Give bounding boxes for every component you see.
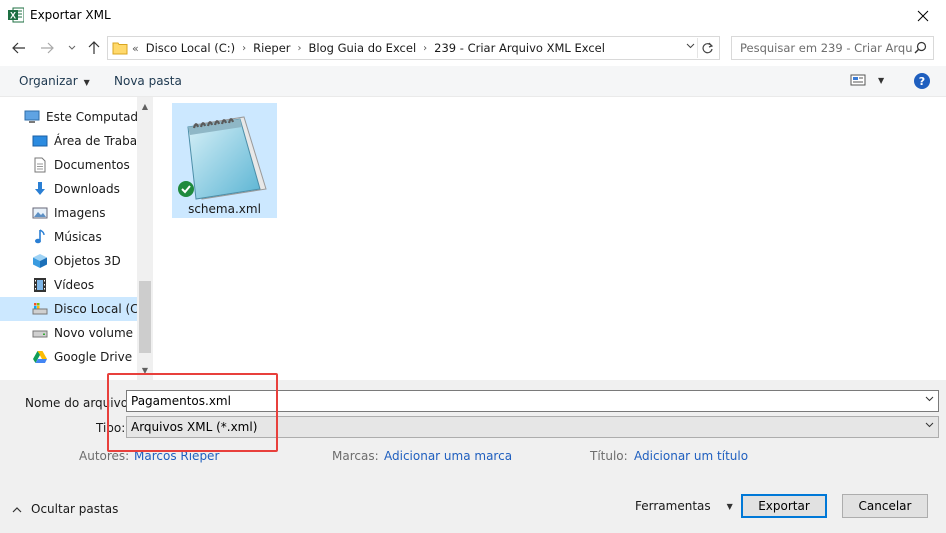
chevron-down-icon[interactable] — [925, 395, 934, 405]
recent-locations-button[interactable] — [63, 39, 81, 57]
sidebar-item-3d-objects[interactable]: Objetos 3D — [0, 249, 137, 273]
view-options-icon — [850, 74, 866, 86]
caret-up-icon — [12, 506, 22, 512]
google-drive-icon — [32, 349, 48, 365]
refresh-icon — [702, 42, 714, 53]
documents-icon — [32, 157, 48, 173]
sidebar-item-label: Disco Local (C:) — [54, 302, 137, 316]
drive-icon — [32, 325, 48, 341]
file-item[interactable]: schema.xml — [172, 103, 277, 218]
chevron-down-icon — [68, 45, 76, 50]
sidebar-item-new-volume[interactable]: Novo volume (E — [0, 321, 137, 345]
pictures-icon — [32, 205, 48, 221]
help-button[interactable]: ? — [914, 73, 930, 89]
sidebar-item-label: Google Drive (G — [54, 350, 137, 364]
sidebar-item-label: Downloads — [54, 182, 120, 196]
sidebar-item-label: Vídeos — [54, 278, 95, 292]
sidebar-item-desktop[interactable]: Área de Trabalho — [0, 129, 137, 153]
add-tag-link[interactable]: Adicionar uma marca — [384, 449, 512, 463]
sidebar-item-label: Área de Trabalho — [54, 134, 137, 148]
cancel-button[interactable]: Cancelar — [842, 494, 928, 518]
tools-label: Ferramentas — [635, 499, 711, 513]
sidebar-item-this-pc[interactable]: Este Computador — [0, 105, 137, 129]
up-button[interactable] — [85, 39, 103, 57]
hide-folders-label: Ocultar pastas — [31, 502, 119, 516]
export-button[interactable]: Exportar — [741, 494, 827, 518]
chevron-right-icon[interactable]: › — [242, 43, 246, 54]
caret-down-icon: ▼ — [83, 78, 90, 87]
caret-down-icon[interactable]: ▼ — [878, 76, 884, 85]
breadcrumb: « Disco Local (C:) › Rieper › Blog Guia … — [132, 41, 605, 55]
videos-icon — [32, 277, 48, 293]
svg-text:X: X — [10, 11, 16, 21]
search-input[interactable]: Pesquisar em 239 - Criar Arqu... — [740, 41, 912, 55]
new-folder-label: Nova pasta — [114, 74, 182, 88]
navigation-pane-scrollbar[interactable]: ▲ ▼ — [137, 97, 153, 380]
forward-button[interactable] — [38, 39, 56, 57]
chevron-down-icon[interactable] — [925, 421, 934, 431]
navigation-pane: Este Computador Área de Trabalho Documen… — [0, 97, 153, 380]
search-icon[interactable] — [914, 41, 927, 57]
sidebar-item-label: Imagens — [54, 206, 106, 220]
sidebar-item-pictures[interactable]: Imagens — [0, 201, 137, 225]
notepad-file-icon — [172, 103, 277, 206]
close-icon — [917, 10, 929, 21]
scroll-up-button[interactable]: ▲ — [137, 99, 153, 113]
chevron-right-icon[interactable]: › — [423, 43, 427, 54]
breadcrumb-item[interactable]: 239 - Criar Arquivo XML Excel — [434, 41, 605, 55]
breadcrumb-item[interactable]: Rieper — [253, 41, 290, 55]
sidebar-item-google-drive[interactable]: Google Drive (G — [0, 345, 137, 369]
organize-menu[interactable]: Organizar ▼ — [19, 74, 90, 88]
breadcrumb-item[interactable]: Disco Local (C:) — [146, 41, 235, 55]
title-label: Título: — [590, 449, 628, 463]
downloads-icon — [32, 181, 48, 197]
computer-icon — [24, 109, 40, 125]
refresh-button[interactable] — [697, 38, 717, 58]
scrollbar-thumb[interactable] — [139, 281, 151, 353]
tools-menu[interactable]: Ferramentas ▼ — [635, 499, 733, 513]
file-name-label: schema.xml — [188, 202, 261, 216]
breadcrumb-overflow[interactable]: « — [132, 42, 139, 55]
sidebar-item-documents[interactable]: Documentos — [0, 153, 137, 177]
excel-app-icon: X — [8, 7, 25, 23]
arrow-right-icon — [41, 42, 54, 54]
sidebar-item-label: Músicas — [54, 230, 102, 244]
sidebar-item-label: Objetos 3D — [54, 254, 121, 268]
annotation-highlight-box — [107, 373, 278, 452]
organize-label: Organizar — [19, 74, 78, 88]
change-view-button[interactable]: ▼ — [850, 73, 884, 87]
tags-label: Marcas: — [332, 449, 379, 463]
desktop-icon — [32, 133, 48, 149]
sidebar-item-label: Documentos — [54, 158, 130, 172]
command-toolbar: Organizar ▼ Nova pasta ▼ ? — [0, 66, 946, 97]
objects-3d-icon — [32, 253, 48, 269]
new-folder-button[interactable]: Nova pasta — [114, 74, 182, 88]
close-button[interactable] — [900, 0, 946, 31]
sidebar-item-videos[interactable]: Vídeos — [0, 273, 137, 297]
address-dropdown-button[interactable] — [686, 41, 695, 52]
address-bar[interactable]: « Disco Local (C:) › Rieper › Blog Guia … — [107, 36, 720, 60]
local-disk-icon — [32, 301, 48, 317]
add-title-link[interactable]: Adicionar um título — [634, 449, 748, 463]
sidebar-item-label: Este Computador — [46, 110, 137, 124]
search-box[interactable]: Pesquisar em 239 - Criar Arqu... — [731, 36, 934, 60]
caret-down-icon: ▼ — [726, 501, 733, 511]
sidebar-item-label: Novo volume (E — [54, 326, 137, 340]
hide-folders-button[interactable]: Ocultar pastas — [12, 502, 118, 516]
window-title: Exportar XML — [30, 8, 111, 22]
back-button[interactable] — [10, 39, 28, 57]
sidebar-item-downloads[interactable]: Downloads — [0, 177, 137, 201]
sidebar-item-local-disk[interactable]: Disco Local (C:) — [0, 297, 137, 321]
music-icon — [32, 229, 48, 245]
arrow-left-icon — [12, 42, 25, 54]
title-bar: X Exportar XML — [0, 0, 946, 31]
sidebar-item-music[interactable]: Músicas — [0, 225, 137, 249]
chevron-down-icon — [686, 43, 695, 49]
folder-icon — [112, 40, 128, 59]
breadcrumb-item[interactable]: Blog Guia do Excel — [309, 41, 417, 55]
arrow-up-icon — [88, 41, 100, 54]
chevron-right-icon[interactable]: › — [298, 43, 302, 54]
